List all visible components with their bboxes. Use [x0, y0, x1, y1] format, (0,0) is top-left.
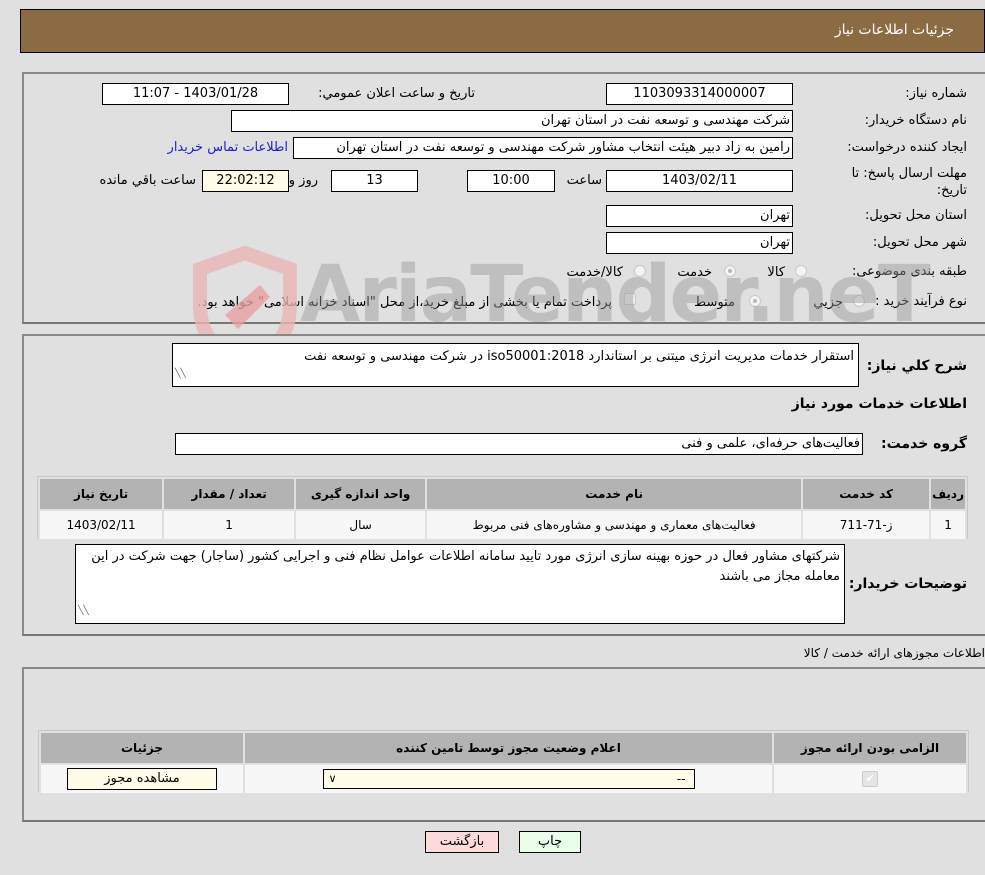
cell-service-name: فعالیت‌های معماری و مهندسی و مشاوره‌های … [425, 509, 804, 541]
col-quantity: تعداد / مقدار [162, 477, 297, 511]
permits-table: الزامی بودن ارائه مجوز اعلام وضعیت مجوز … [39, 731, 968, 795]
treasury-note: پرداخت تمام یا بخشی از مبلغ خرید،از محل … [197, 295, 612, 310]
permit-status-value: -- [676, 772, 686, 786]
days-field[interactable]: 13 [331, 170, 418, 192]
chevron-down-icon: ∨ [328, 772, 337, 785]
category-label: طبقه بندی موضوعی: [851, 264, 967, 279]
summary-label: شرح کلي نیاز: [866, 358, 967, 374]
page-title: جزئیات اطلاعات نیاز [834, 22, 954, 38]
table-row: ✔ -- ∨ مشاهده مجوز [39, 763, 968, 795]
buyer-org-label: نام دستگاه خریدار: [864, 113, 967, 128]
need-number-label: شماره نیاز: [905, 86, 967, 101]
cell-permit-status: -- ∨ [243, 763, 774, 795]
category-radio-goods[interactable] [795, 265, 807, 277]
resize-grip-icon[interactable]: ╲╲ [78, 601, 89, 621]
category-option-goods: کالا [767, 265, 785, 280]
services-table-header: ردیف کد خدمت نام خدمت واحد اندازه گیری ت… [37, 477, 967, 511]
summary-text: استقرار خدمات مدیریت انرژی میتنی بر استا… [304, 349, 854, 364]
process-label: نوع فرآیند خرید : [875, 294, 967, 309]
col-unit: واحد اندازه گیری [294, 477, 428, 511]
services-table: ردیف کد خدمت نام خدمت واحد اندازه گیری ت… [37, 477, 967, 541]
remaining-time-field: 22:02:12 [202, 170, 289, 192]
view-permit-button[interactable]: مشاهده مجوز [67, 768, 217, 790]
col-permit-details: جزئیات [39, 731, 245, 765]
process-option-minor: جزيي [813, 295, 843, 310]
col-permit-status: اعلام وضعیت مجوز توسط تامین کننده [243, 731, 774, 765]
cell-need-date: 1403/02/11 [37, 509, 165, 541]
city-label: شهر محل تحویل: [872, 235, 967, 250]
process-option-medium: متوسط [694, 295, 735, 310]
back-button[interactable]: بازگشت [425, 831, 499, 853]
cell-row: 1 [929, 509, 967, 541]
province-field[interactable]: تهران [606, 205, 793, 227]
announce-label: تاریخ و ساعت اعلان عمومي: [318, 86, 475, 101]
table-row: 1 ز-71-711 فعالیت‌های معماری و مهندسی و … [37, 509, 967, 541]
days-label: روز و [288, 173, 318, 188]
resize-grip-icon[interactable]: ╲╲ [175, 364, 186, 384]
cell-quantity: 1 [162, 509, 297, 541]
cell-permit-required: ✔ [772, 763, 968, 795]
service-group-label: گروه خدمت: [881, 436, 967, 452]
summary-textarea[interactable]: استقرار خدمات مدیریت انرژی میتنی بر استا… [172, 343, 859, 387]
process-radio-medium[interactable] [749, 295, 761, 307]
category-radio-goods-service[interactable] [634, 265, 646, 277]
buyer-notes-textarea[interactable]: شرکتهای مشاور فعال در حوزه بهینه سازی ان… [75, 544, 845, 624]
cell-permit-details: مشاهده مجوز [39, 763, 245, 795]
city-field[interactable]: تهران [606, 232, 793, 254]
category-radio-service[interactable] [724, 265, 736, 277]
deadline-time-label: ساعت [566, 173, 602, 188]
permits-table-header: الزامی بودن ارائه مجوز اعلام وضعیت مجوز … [39, 731, 968, 765]
buyer-contact-link[interactable]: اطلاعات تماس خریدار [168, 140, 288, 155]
permit-required-checkbox[interactable]: ✔ [862, 771, 878, 787]
col-service-name: نام خدمت [425, 477, 804, 511]
col-service-code: کد خدمت [801, 477, 932, 511]
need-number-field[interactable]: 1103093314000007 [606, 83, 793, 105]
buyer-notes-text: شرکتهای مشاور فعال در حوزه بهینه سازی ان… [91, 549, 840, 584]
buyer-notes-label: توضیحات خریدار: [848, 576, 967, 592]
deadline-date-field[interactable]: 1403/02/11 [606, 170, 793, 192]
province-label: استان محل تحویل: [865, 208, 967, 223]
announce-datetime-field[interactable]: 1403/01/28 - 11:07 [102, 83, 289, 105]
category-option-goods-service: کالا/خدمت [566, 265, 623, 280]
col-row: ردیف [929, 477, 967, 511]
permits-heading: اطلاعات مجوزهای ارائه خدمت / کالا [803, 646, 985, 660]
print-button[interactable]: چاپ [519, 831, 581, 853]
deadline-time-field[interactable]: 10:00 [467, 170, 555, 192]
deadline-label: مهلت ارسال پاسخ: تا تاریخ: [851, 166, 967, 198]
cell-service-code: ز-71-711 [801, 509, 932, 541]
category-option-service: خدمت [677, 265, 712, 280]
services-heading: اطلاعات خدمات مورد نیاز [791, 396, 967, 412]
page-header: جزئیات اطلاعات نیاز [20, 9, 985, 53]
col-need-date: تاریخ نیاز [37, 477, 165, 511]
requester-label: ایجاد کننده درخواست: [847, 140, 967, 155]
buyer-org-field[interactable]: شرکت مهندسی و توسعه نفت در استان تهران [231, 110, 793, 132]
col-permit-required: الزامی بودن ارائه مجوز [772, 731, 968, 765]
remaining-label: ساعت باقي مانده [99, 173, 196, 188]
process-radio-minor[interactable] [853, 295, 865, 307]
service-group-field[interactable]: فعالیت‌های حرفه‌ای، علمی و فنی [175, 433, 863, 455]
requester-field[interactable]: رامین به زاد دبیر هیئت انتخاب مشاور شرکت… [293, 137, 793, 159]
treasury-checkbox[interactable] [624, 293, 636, 305]
permit-status-select[interactable]: -- ∨ [322, 769, 695, 789]
cell-unit: سال [294, 509, 428, 541]
